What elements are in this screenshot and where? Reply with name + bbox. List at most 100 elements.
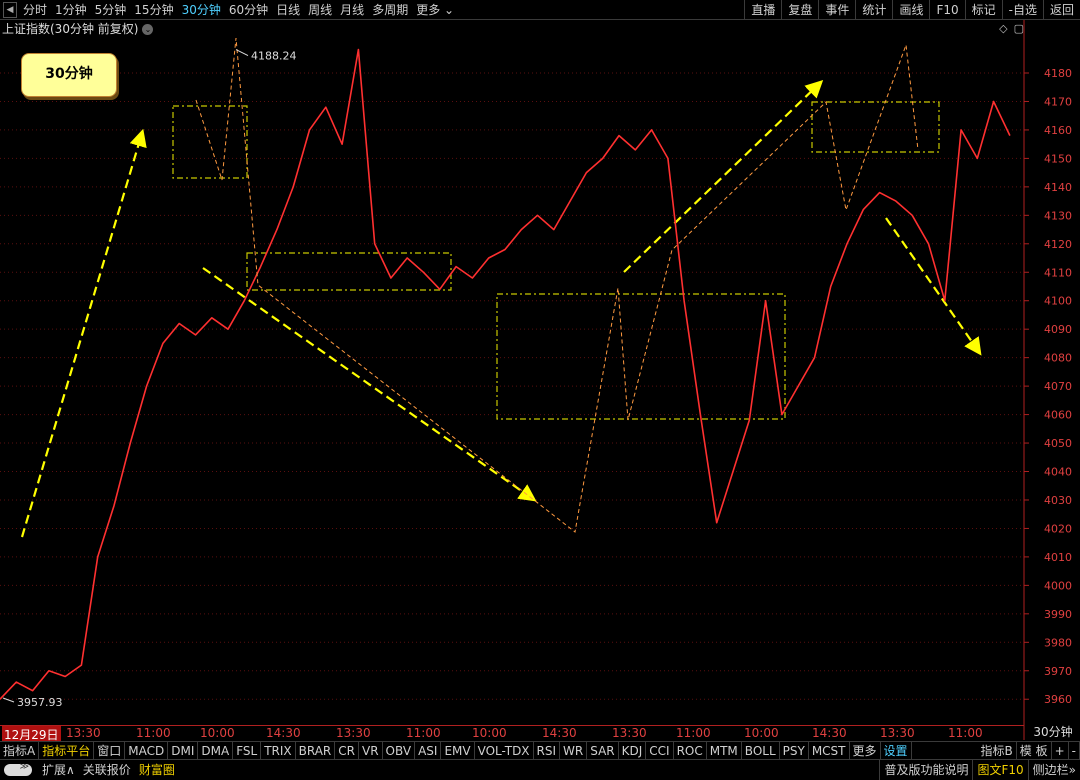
ind-vr[interactable]: VR	[359, 741, 383, 760]
ind-roc[interactable]: ROC	[674, 741, 707, 760]
ind-cr[interactable]: CR	[335, 741, 359, 760]
ind-sar[interactable]: SAR	[587, 741, 619, 760]
ind-dma[interactable]: DMA	[198, 741, 234, 760]
plus-button[interactable]: +	[1052, 742, 1069, 760]
x-tick-label: 13:30	[66, 726, 101, 740]
x-tick-label: 10:00	[200, 726, 235, 740]
ind-obv[interactable]: OBV	[383, 741, 416, 760]
ind-dmi[interactable]: DMI	[168, 741, 199, 760]
indicator-platform-tab[interactable]: 指标平台	[39, 741, 95, 760]
trend-arrow	[885, 217, 982, 356]
x-axis-labels: 12月29日 13:30 11:00 10:00 14:30 13:30 11:00 10:0…	[0, 725, 1024, 743]
consolidation-boxes	[172, 101, 940, 420]
y-tick-label: 4030	[1044, 494, 1072, 507]
y-tick-label: 4140	[1044, 181, 1072, 194]
minus-button[interactable]: -	[1069, 742, 1080, 760]
status-bar: ≫ 扩展∧ 关联报价 财富圈 普及版功能说明 图文F10 侧边栏»	[0, 759, 1080, 780]
toggle-glyph: ≫	[19, 762, 29, 772]
y-tick-label: 4120	[1044, 238, 1072, 251]
template-tab[interactable]: 模 板	[1017, 742, 1052, 760]
y-tick-label: 4110	[1044, 266, 1072, 279]
x-tick-label: 10:00	[472, 726, 507, 740]
indbar-right-group: 指标B 模 板 + -	[978, 742, 1080, 760]
ind-wr[interactable]: WR	[560, 741, 588, 760]
x-tick-label: 11:00	[676, 726, 711, 740]
y-tick-label: 4010	[1044, 551, 1072, 564]
consolidation-box	[496, 293, 786, 420]
ind-boll[interactable]: BOLL	[742, 741, 780, 760]
x-tick-label: 13:30	[880, 726, 915, 740]
window-tab[interactable]: 窗口	[94, 741, 126, 760]
ind-rsi[interactable]: RSI	[534, 741, 561, 760]
trend-arrow	[20, 128, 147, 538]
y-tick-label: 4160	[1044, 124, 1072, 137]
ind-fsl[interactable]: FSL	[233, 741, 262, 760]
y-tick-label: 4130	[1044, 209, 1072, 222]
x-tick-label: 11:00	[136, 726, 171, 740]
price-chart: 3960 3970 3980 3990 4000 4010 4020 4030 4040 4050…	[0, 20, 1072, 740]
trend-arrow	[623, 79, 824, 273]
y-axis-ticks: 3960 3970 3980 3990 4000 4010 4020 4030 4040 4050…	[1024, 67, 1072, 706]
x-tick-label: 11:00	[948, 726, 983, 740]
ind-more[interactable]: 更多	[850, 741, 881, 760]
x-tick-label: 13:30	[612, 726, 647, 740]
x-tick-label: 13:30	[336, 726, 371, 740]
y-tick-label: 3960	[1044, 693, 1072, 706]
statusbar-right-group: 普及版功能说明 图文F10 侧边栏»	[879, 760, 1080, 780]
wealth-circle-button[interactable]: 财富圈	[135, 760, 179, 780]
y-tick-label: 4040	[1044, 466, 1072, 479]
ind-trix[interactable]: TRIX	[261, 741, 296, 760]
y-tick-label: 3990	[1044, 608, 1072, 621]
ind-macd[interactable]: MACD	[125, 741, 169, 760]
x-tick-label: 14:30	[812, 726, 847, 740]
period-badge: 30分钟	[21, 53, 117, 97]
indicator-bar: 指标A 指标平台 窗口 MACD DMI DMA FSL TRIX BRAR C…	[0, 741, 1080, 760]
zigzag-line	[195, 37, 919, 533]
feature-guide-button[interactable]: 普及版功能说明	[879, 760, 972, 780]
x-tick-label: 11:00	[406, 726, 441, 740]
consolidation-box	[811, 101, 940, 153]
ind-mcst[interactable]: MCST	[809, 741, 850, 760]
y-tick-label: 4080	[1044, 352, 1072, 365]
period-indicator[interactable]: 30分钟	[1026, 725, 1080, 740]
x-tick-label: 14:30	[542, 726, 577, 740]
related-quotes-button[interactable]: 关联报价	[79, 760, 135, 780]
ind-mtm[interactable]: MTM	[707, 741, 742, 760]
consolidation-box	[246, 252, 452, 291]
y-tick-label: 4090	[1044, 323, 1072, 336]
low-pointer	[2, 697, 15, 703]
y-tick-label: 4170	[1044, 95, 1072, 108]
ind-emv[interactable]: EMV	[441, 741, 475, 760]
ind-cci[interactable]: CCI	[646, 741, 674, 760]
y-tick-label: 4070	[1044, 380, 1072, 393]
high-label: 4188.24	[251, 50, 297, 63]
expand-toggle[interactable]: ≫	[4, 762, 32, 776]
x-tick-label: 10:00	[744, 726, 779, 740]
text-f10-button[interactable]: 图文F10	[972, 760, 1027, 780]
settings-tab[interactable]: 设置	[881, 741, 912, 760]
ind-psy[interactable]: PSY	[780, 741, 809, 760]
grid-lines	[0, 72, 1024, 700]
y-tick-label: 4050	[1044, 437, 1072, 450]
y-tick-label: 3980	[1044, 636, 1072, 649]
y-tick-label: 4150	[1044, 152, 1072, 165]
price-line	[0, 48, 1011, 700]
y-tick-label: 4000	[1044, 579, 1072, 592]
trend-arrow	[202, 267, 537, 502]
y-tick-label: 4020	[1044, 522, 1072, 535]
y-tick-label: 4060	[1044, 409, 1072, 422]
y-tick-label: 4180	[1044, 67, 1072, 80]
ind-kdj[interactable]: KDJ	[619, 741, 647, 760]
sidebar-button[interactable]: 侧边栏»	[1027, 760, 1080, 780]
indicator-a-tab[interactable]: 指标A	[0, 741, 40, 760]
expand-button[interactable]: 扩展∧	[38, 760, 79, 780]
x-tick-label: 14:30	[266, 726, 301, 740]
ind-brar[interactable]: BRAR	[296, 741, 336, 760]
indicator-b-tab[interactable]: 指标B	[978, 742, 1017, 760]
ind-vol-tdx[interactable]: VOL-TDX	[475, 741, 534, 760]
y-tick-label: 4100	[1044, 295, 1072, 308]
low-label: 3957.93	[17, 696, 63, 709]
high-pointer	[235, 49, 249, 56]
y-tick-label: 3970	[1044, 665, 1072, 678]
ind-asi[interactable]: ASI	[415, 741, 442, 760]
